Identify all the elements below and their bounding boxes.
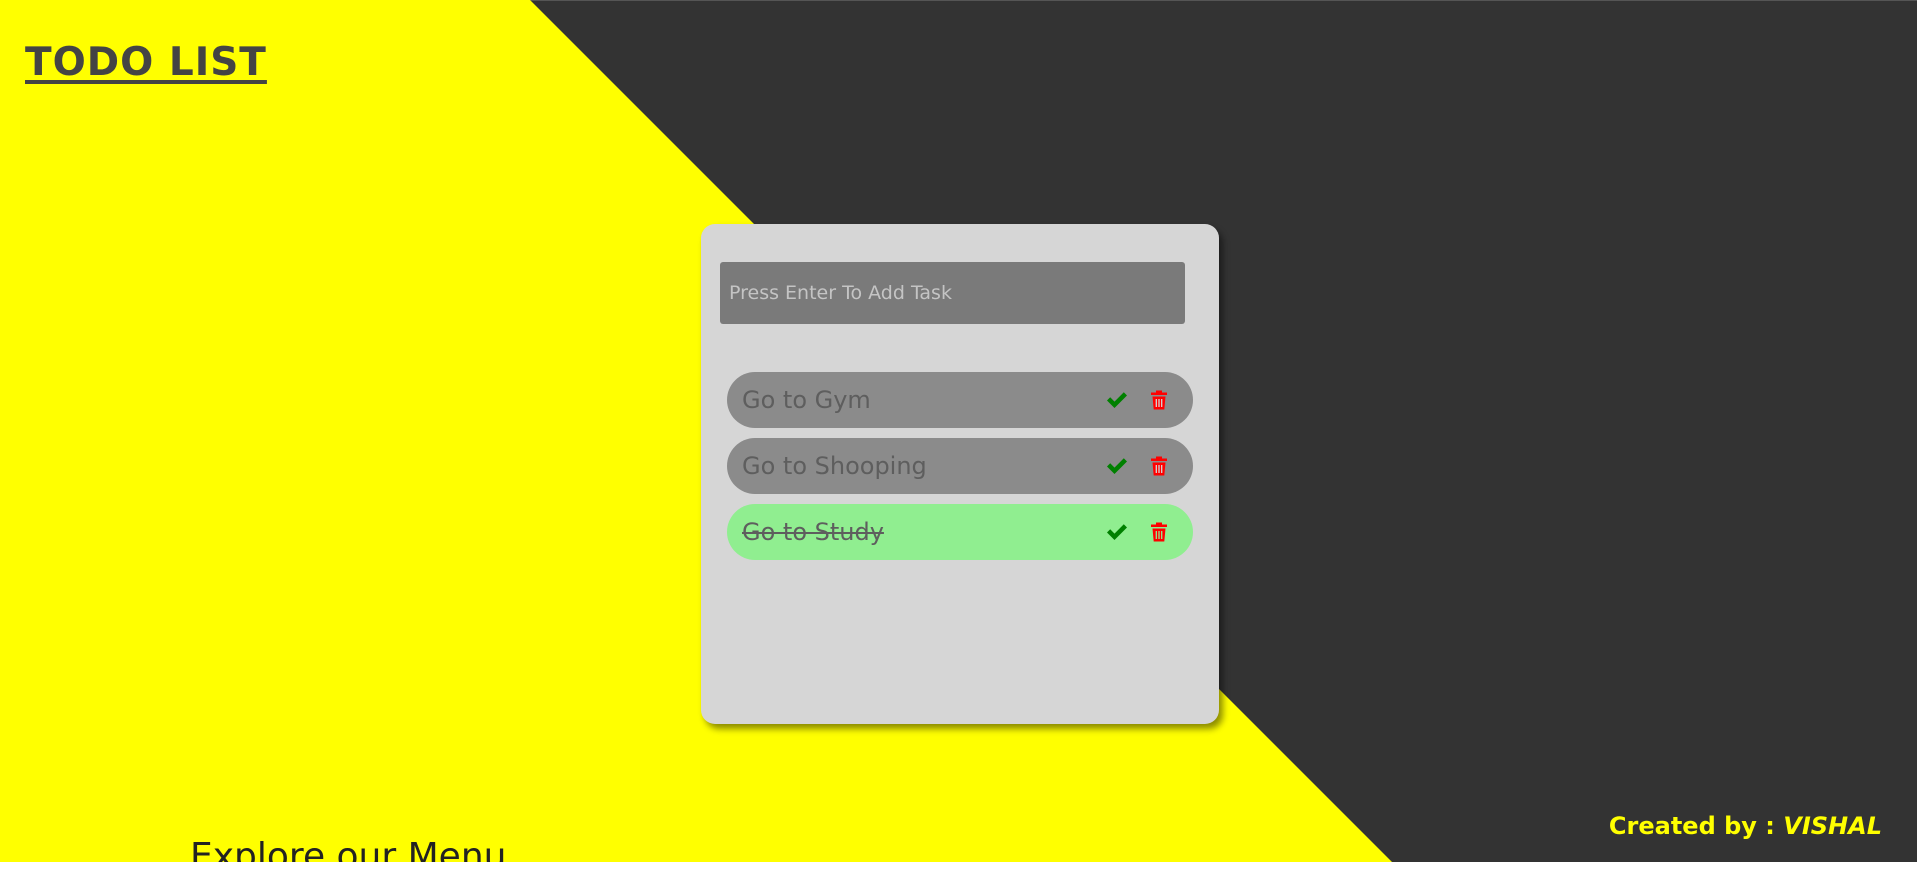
check-icon[interactable] (1105, 520, 1129, 544)
task-text: Go to Shooping (742, 452, 927, 480)
page-background: TODO LIST Go to Gym Go to Shooping (0, 0, 1917, 862)
task-text: Go to Study (742, 518, 884, 546)
task-text: Go to Gym (742, 386, 871, 414)
credit-prefix: Created by : (1608, 812, 1784, 840)
page-title: TODO LIST (25, 40, 267, 85)
task-item: Go to Shooping (727, 438, 1193, 494)
trash-icon[interactable] (1147, 454, 1171, 478)
task-item-completed: Go to Study (727, 504, 1193, 560)
task-item: Go to Gym (727, 372, 1193, 428)
add-task-input[interactable] (720, 262, 1185, 324)
footer-credit: Created by : VISHAL (1609, 812, 1882, 840)
trash-icon[interactable] (1147, 520, 1171, 544)
check-icon[interactable] (1105, 454, 1129, 478)
task-list: Go to Gym Go to Shooping Go to Study (727, 372, 1193, 570)
menu-section-heading: Explore our Menu (190, 836, 507, 862)
todo-card: Go to Gym Go to Shooping Go to Study (701, 224, 1219, 724)
check-icon[interactable] (1105, 388, 1129, 412)
trash-icon[interactable] (1147, 388, 1171, 412)
author-name: VISHAL (1783, 812, 1882, 840)
